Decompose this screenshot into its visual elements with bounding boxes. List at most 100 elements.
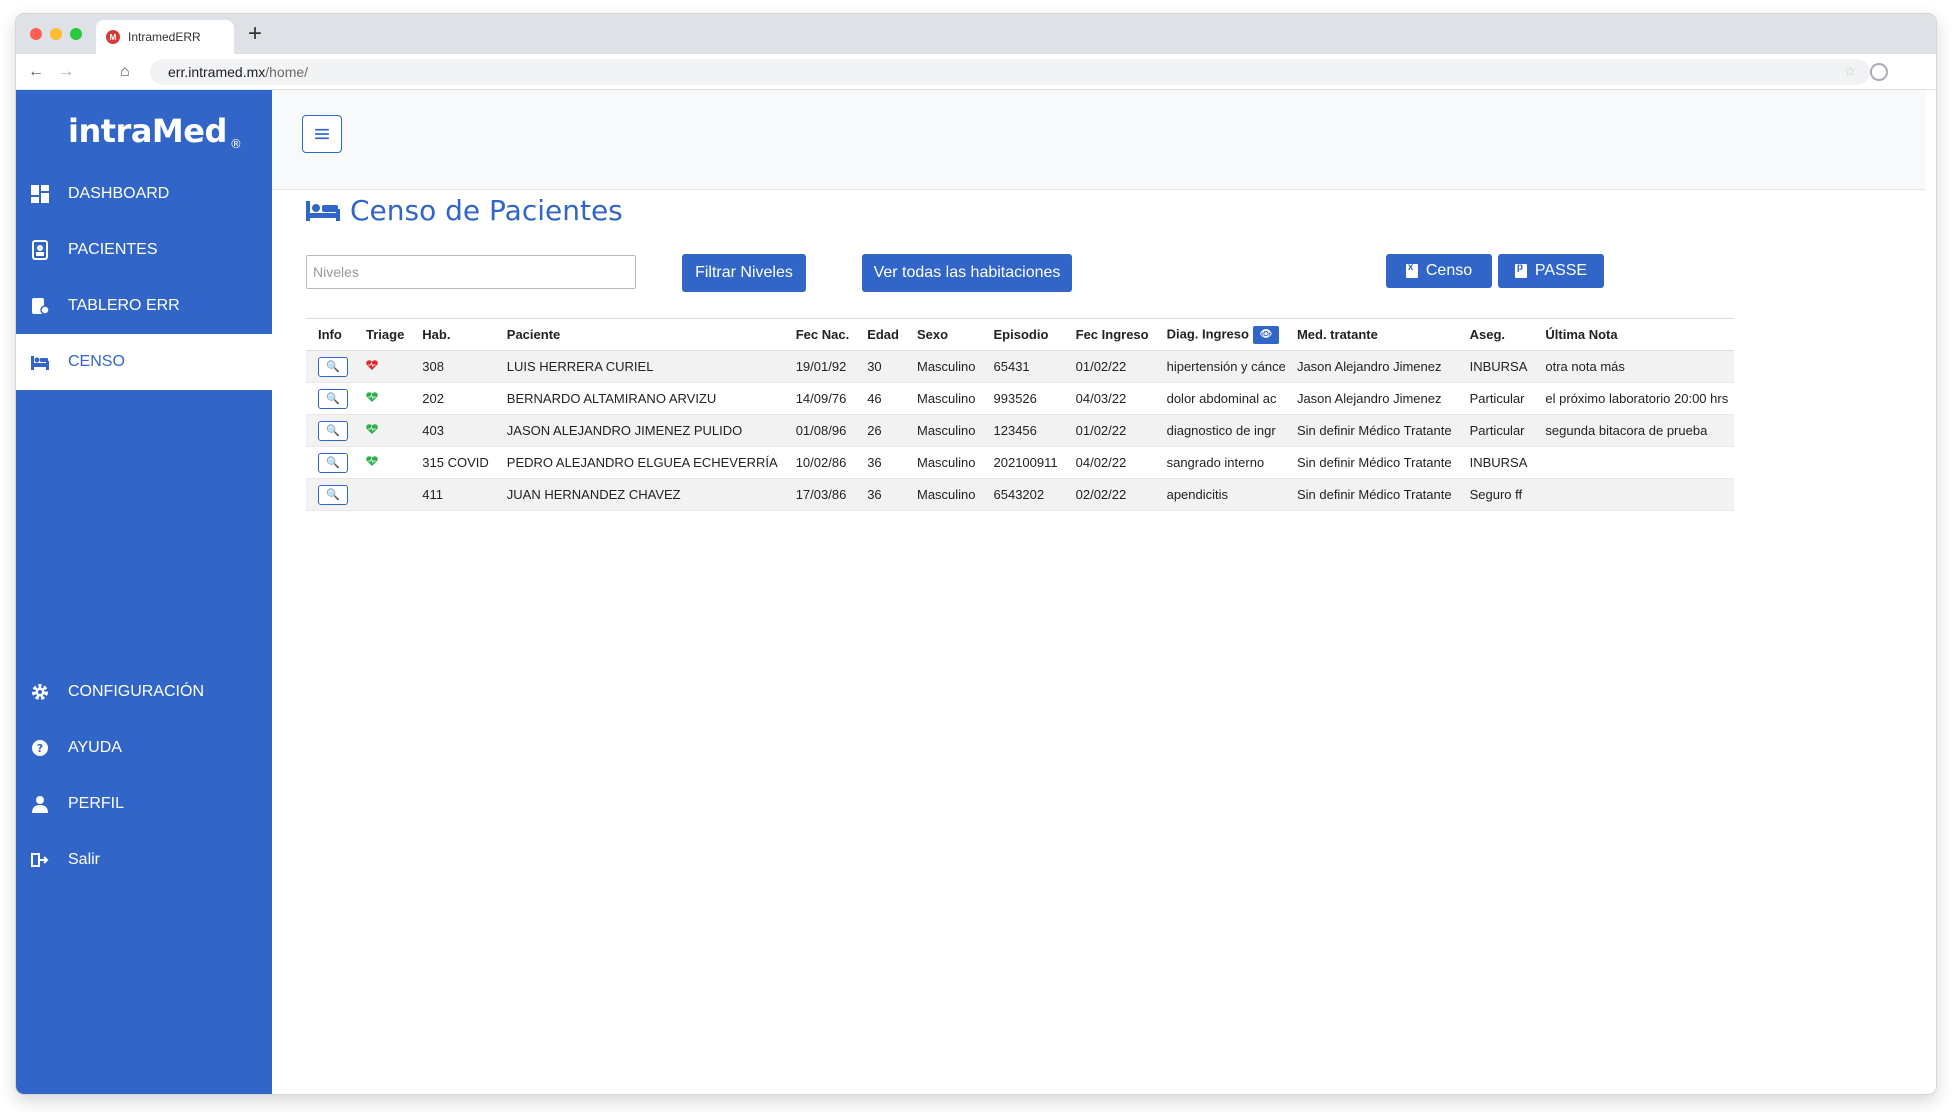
sidebar-item-ayuda[interactable]: ? AYUDA <box>16 720 272 776</box>
cell-sexo: Masculino <box>904 446 982 479</box>
cell-med: Sin definir Médico Tratante <box>1284 414 1458 447</box>
address-bar[interactable]: err.intramed.mx/home/ ☆ <box>150 59 1870 85</box>
cell-paciente: PEDRO ALEJANDRO ELGUEA ECHEVERRÍA <box>494 446 784 479</box>
cell-info: 🔍 <box>306 350 354 383</box>
menu-toggle-button[interactable] <box>302 115 342 153</box>
cell-diag: diagnostico de ingr <box>1154 414 1285 447</box>
cell-edad: 26 <box>855 414 905 447</box>
gear-icon <box>30 682 50 702</box>
diag-header-label: Diag. Ingreso <box>1166 325 1249 341</box>
cell-med: Jason Alejandro Jimenez <box>1284 382 1458 415</box>
censo-export-button[interactable]: Censo <box>1386 254 1492 288</box>
home-icon[interactable]: ⌂ <box>120 62 130 82</box>
close-window-button[interactable] <box>30 28 42 40</box>
col-paciente: Paciente <box>494 318 784 351</box>
profile-icon[interactable] <box>1870 63 1888 81</box>
table-row: 🔍 403 JASON ALEJANDRO JIMENEZ PULIDO 01/08/… <box>306 414 1735 447</box>
cell-nota <box>1533 478 1735 511</box>
passe-export-button[interactable]: PASSE <box>1498 254 1604 288</box>
cell-fec-ingreso: 04/02/22 <box>1063 446 1155 479</box>
table-header-row: Info Triage Hab. Paciente Fec Nac. Edad … <box>306 318 1735 351</box>
eye-icon[interactable]: 👁 <box>1252 325 1279 344</box>
hamburger-icon <box>315 128 329 140</box>
cell-fec-ingreso: 04/03/22 <box>1063 382 1155 415</box>
page-title: Censo de Pacientes <box>306 194 623 227</box>
cell-med: Sin definir Médico Tratante <box>1284 478 1458 511</box>
sidebar-item-configuracion[interactable]: CONFIGURACIÓN <box>16 664 272 720</box>
cell-nota: el próximo laboratorio 20:00 hrs <box>1533 382 1735 415</box>
minimize-window-button[interactable] <box>50 28 62 40</box>
filtrar-niveles-button[interactable]: Filtrar Niveles <box>682 254 806 292</box>
page-title-text: Censo de Pacientes <box>350 194 623 227</box>
passe-label: PASSE <box>1534 262 1588 279</box>
cell-fec-ingreso: 01/02/22 <box>1063 414 1155 447</box>
cell-fec-ingreso: 02/02/22 <box>1063 478 1155 511</box>
heartbeat-icon <box>366 456 378 466</box>
svg-text:?: ? <box>37 742 43 755</box>
forward-arrow-icon[interactable]: → <box>58 62 74 82</box>
cell-triage <box>354 350 411 383</box>
col-triage: Triage <box>354 318 411 351</box>
search-icon[interactable]: 🔍 <box>318 356 348 377</box>
search-icon[interactable]: 🔍 <box>318 452 348 473</box>
url-host: err.intramed.mx <box>168 64 266 80</box>
cell-fec-nac: 01/08/96 <box>783 414 856 447</box>
cell-episodio: 6543202 <box>981 478 1064 511</box>
maximize-window-button[interactable] <box>70 28 82 40</box>
cell-edad: 36 <box>855 478 905 511</box>
cell-hab: 411 <box>410 478 495 511</box>
heartbeat-icon <box>366 392 378 402</box>
cell-aseg: INBURSA <box>1457 446 1534 479</box>
niveles-input[interactable] <box>306 255 636 289</box>
heartbeat-icon <box>366 424 378 434</box>
search-icon[interactable]: 🔍 <box>318 388 348 409</box>
census-table: Info Triage Hab. Paciente Fec Nac. Edad … <box>306 318 1735 511</box>
top-bar <box>272 90 1926 190</box>
col-edad: Edad <box>855 318 905 351</box>
cell-sexo: Masculino <box>904 350 982 383</box>
new-tab-button[interactable]: + <box>248 22 262 46</box>
cell-episodio: 202100911 <box>981 446 1064 479</box>
cell-diag: hipertensión y cánce <box>1154 350 1285 383</box>
cell-paciente: BERNARDO ALTAMIRANO ARVIZU <box>494 382 784 415</box>
favicon-icon: M <box>106 30 120 44</box>
excel-file-icon <box>1405 262 1418 278</box>
sidebar-item-pacientes[interactable]: PACIENTES <box>16 222 272 278</box>
cell-fec-nac: 14/09/76 <box>783 382 856 415</box>
sidebar-item-dashboard[interactable]: DASHBOARD <box>16 166 272 222</box>
sidebar-item-label: PACIENTES <box>68 241 158 258</box>
logout-icon <box>30 850 50 870</box>
dashboard-icon <box>30 184 50 204</box>
sidebar-item-censo[interactable]: CENSO <box>16 334 272 390</box>
back-arrow-icon[interactable]: ← <box>28 62 44 82</box>
cell-nota <box>1533 446 1735 479</box>
col-med-tratante: Med. tratante <box>1284 318 1458 351</box>
logo-text: intraMed <box>68 112 227 150</box>
cell-aseg: Particular <box>1457 414 1534 447</box>
sidebar-item-perfil[interactable]: PERFIL <box>16 776 272 832</box>
cell-sexo: Masculino <box>904 478 982 511</box>
table-row: 🔍 315 COVID PEDRO ALEJANDRO ELGUEA ECHEVER… <box>306 446 1735 479</box>
browser-tab[interactable]: M IntramedERR <box>96 20 234 54</box>
cell-diag: sangrado interno <box>1154 446 1285 479</box>
col-ultima-nota: Última Nota <box>1533 318 1735 351</box>
main-content: Censo de Pacientes Filtrar Niveles Ver t… <box>272 90 1936 1094</box>
browser-toolbar: ← → ⌂ err.intramed.mx/home/ ☆ <box>16 54 1936 90</box>
sidebar-item-tablero-err[interactable]: TABLERO ERR <box>16 278 272 334</box>
cell-episodio: 65431 <box>981 350 1064 383</box>
ver-habitaciones-button[interactable]: Ver todas las habitaciones <box>862 254 1072 292</box>
cell-triage <box>354 446 411 479</box>
cell-info: 🔍 <box>306 478 354 511</box>
tab-title: IntramedERR <box>128 30 201 44</box>
cell-hab: 315 COVID <box>410 446 495 479</box>
search-icon[interactable]: 🔍 <box>318 484 348 505</box>
sidebar-item-salir[interactable]: Salir <box>16 832 272 888</box>
bed-icon <box>306 200 340 221</box>
col-aseg: Aseg. <box>1457 318 1534 351</box>
search-icon[interactable]: 🔍 <box>318 420 348 441</box>
table-row: 🔍 202 BERNARDO ALTAMIRANO ARVIZU 14/09/76 46… <box>306 382 1735 415</box>
browser-window: M IntramedERR + ← → ⌂ err.intramed.mx/ho… <box>16 14 1936 1094</box>
table-body: 🔍 308 LUIS HERRERA CURIEL 19/01/92 30 Masculi… <box>306 350 1735 511</box>
cell-triage <box>354 478 411 511</box>
bookmark-star-icon[interactable]: ☆ <box>1843 63 1856 80</box>
